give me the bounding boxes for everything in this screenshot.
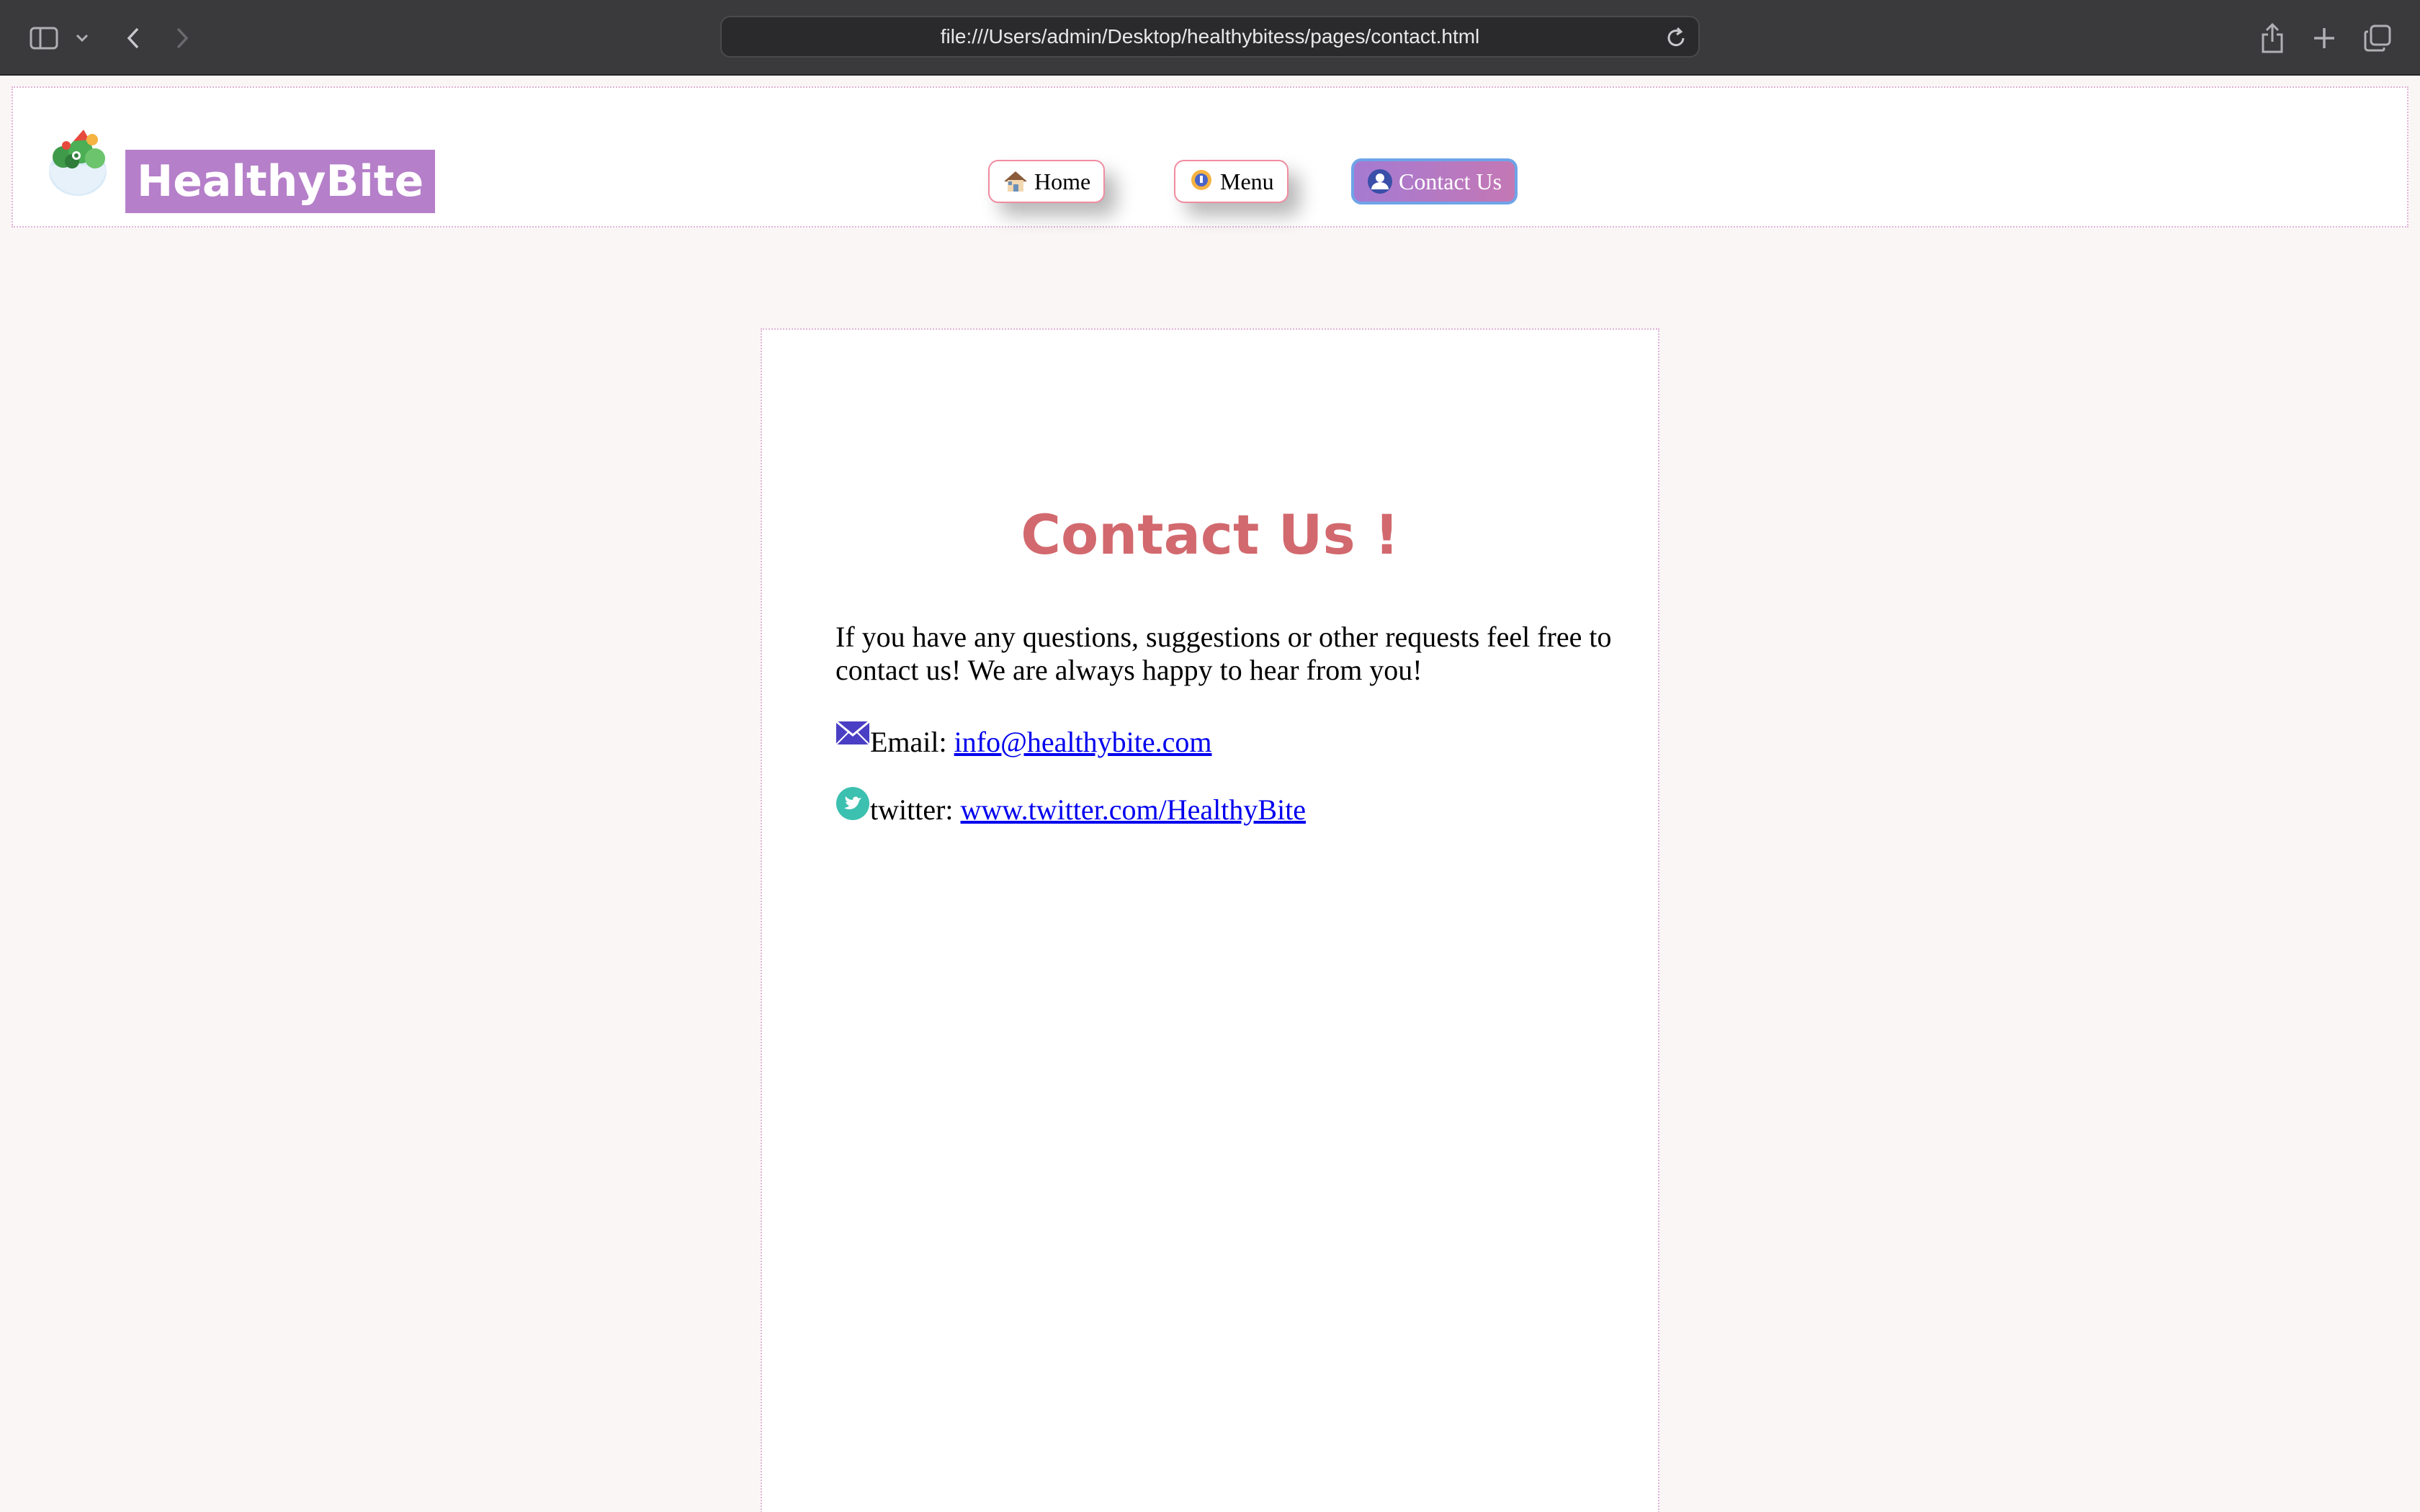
envelope-icon bbox=[835, 719, 870, 753]
back-icon[interactable] bbox=[115, 20, 151, 56]
email-row: Email: info@healthybite.com bbox=[835, 719, 1212, 759]
chevron-down-icon[interactable] bbox=[66, 20, 98, 56]
intro-text: If you have any questions, suggestions o… bbox=[835, 621, 1612, 686]
share-icon[interactable] bbox=[2254, 20, 2290, 56]
page-title: Contact Us ! bbox=[1021, 503, 1399, 567]
nav-contact-label: Contact Us bbox=[1399, 168, 1502, 194]
brand-logo[interactable]: HealthyBite bbox=[125, 150, 436, 213]
nav-home-button[interactable]: Home bbox=[988, 160, 1106, 203]
house-icon bbox=[1003, 168, 1028, 194]
site-header: HealthyBite Home Menu Contact Us bbox=[12, 86, 2408, 228]
twitter-row: twitter: www.twitter.com/HealthyBite bbox=[835, 786, 1306, 827]
nav-contact-button[interactable]: Contact Us bbox=[1351, 158, 1518, 204]
email-link[interactable]: info@healthybite.com bbox=[954, 725, 1212, 759]
user-icon bbox=[1367, 168, 1393, 194]
twitter-icon bbox=[835, 786, 870, 821]
reload-icon[interactable] bbox=[1664, 26, 1688, 50]
url-text: file:///Users/admin/Desktop/healthybites… bbox=[940, 25, 1480, 48]
sidebar-icon[interactable] bbox=[26, 20, 62, 56]
contact-card: Contact Us ! If you have any questions, … bbox=[761, 328, 1659, 1512]
tabs-overview-icon[interactable] bbox=[2360, 20, 2396, 56]
twitter-link[interactable]: www.twitter.com/HealthyBite bbox=[961, 793, 1307, 827]
email-label: Email: bbox=[870, 726, 947, 758]
forward-icon[interactable] bbox=[164, 20, 200, 56]
salad-bowl-icon bbox=[45, 115, 131, 200]
twitter-label: twitter: bbox=[870, 793, 954, 826]
new-tab-icon[interactable] bbox=[2306, 20, 2342, 56]
address-bar[interactable]: file:///Users/admin/Desktop/healthybites… bbox=[720, 16, 1700, 58]
browser-toolbar: file:///Users/admin/Desktop/healthybites… bbox=[0, 0, 2420, 76]
menu-badge-icon bbox=[1188, 168, 1214, 194]
nav-menu-label: Menu bbox=[1220, 168, 1274, 194]
nav-home-label: Home bbox=[1034, 168, 1091, 194]
nav-menu-button[interactable]: Menu bbox=[1174, 160, 1289, 203]
